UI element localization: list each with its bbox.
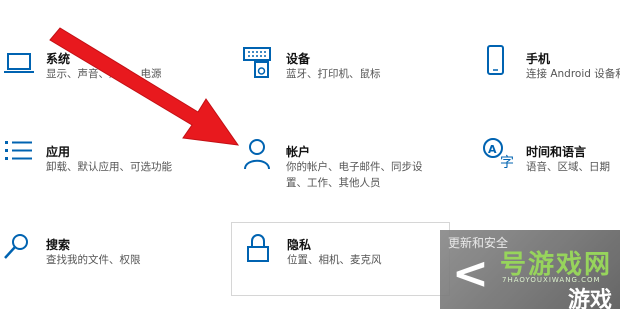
watermark-logo-text-2: 游戏 bbox=[568, 288, 613, 313]
watermark-logo-glyph: < bbox=[452, 248, 489, 299]
watermark-overlay: 更新和安全 < 号游戏网 7HAOYOUXIWANG.COM 游戏 bbox=[440, 230, 620, 313]
